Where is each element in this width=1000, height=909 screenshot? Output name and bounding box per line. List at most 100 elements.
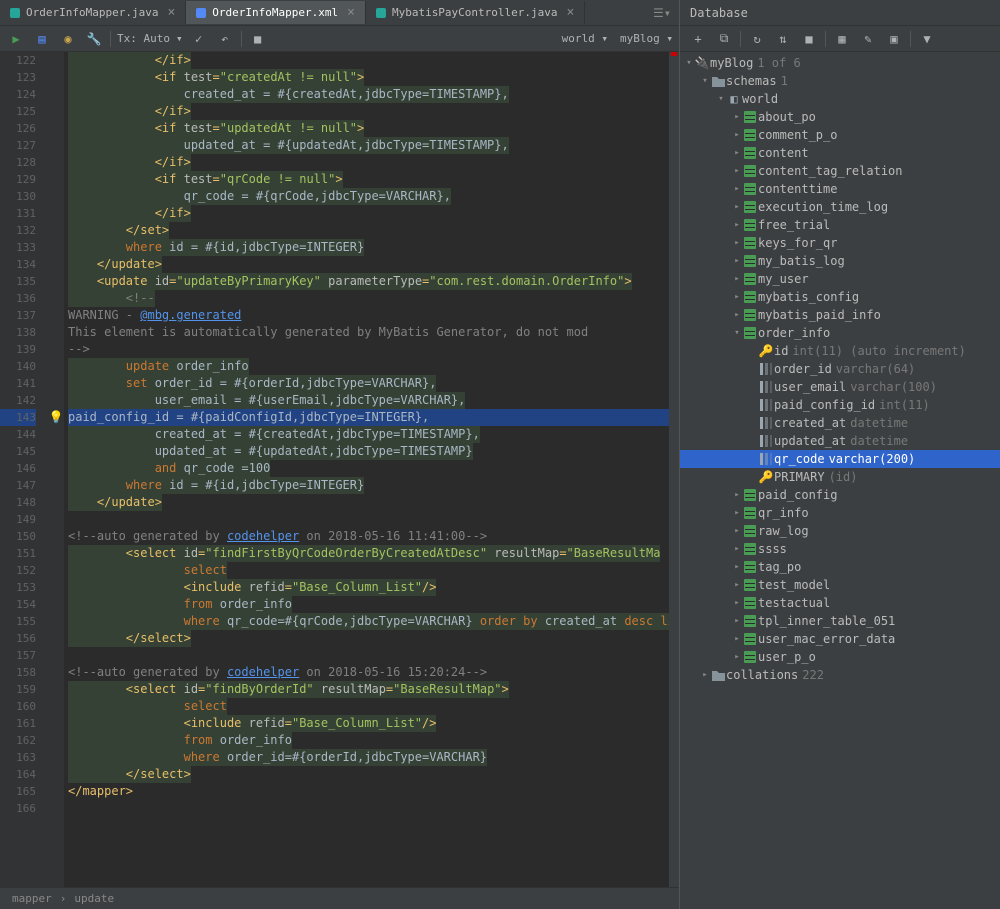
tree-arrow-icon[interactable]: ▸ (732, 544, 742, 554)
commit-icon[interactable]: ✓ (189, 29, 209, 49)
tree-row-free_trial[interactable]: ▸free_trial (680, 216, 1000, 234)
view-icon[interactable]: ▦ (832, 29, 852, 49)
tree-arrow-icon[interactable]: ▸ (732, 220, 742, 230)
table-icon (742, 543, 758, 555)
tree-row-tpl_inner_table_051[interactable]: ▸tpl_inner_table_051 (680, 612, 1000, 630)
tree-row-user_p_o[interactable]: ▸user_p_o (680, 648, 1000, 666)
tree-row-content[interactable]: ▸content (680, 144, 1000, 162)
tree-row-ssss[interactable]: ▸ssss (680, 540, 1000, 558)
tree-row-user_email[interactable]: user_emailvarchar(100) (680, 378, 1000, 396)
copy-icon[interactable]: ⧉ (714, 29, 734, 49)
tree-row-paid_config[interactable]: ▸paid_config (680, 486, 1000, 504)
tree-row-content_tag_relation[interactable]: ▸content_tag_relation (680, 162, 1000, 180)
tree-row-created_at[interactable]: created_atdatetime (680, 414, 1000, 432)
breadcrumb-separator: › (60, 892, 67, 905)
sync-icon[interactable]: ⇅ (773, 29, 793, 49)
tree-row-tag_po[interactable]: ▸tag_po (680, 558, 1000, 576)
db-toolbar: + ⧉ ↻ ⇅ ■ ▦ ✎ ▣ ▼ (680, 26, 1000, 52)
tree-row-testactual[interactable]: ▸testactual (680, 594, 1000, 612)
wrench-icon[interactable]: 🔧 (84, 29, 104, 49)
stop-icon[interactable]: ■ (248, 29, 268, 49)
tree-arrow-icon[interactable]: ▾ (700, 76, 710, 86)
tree-arrow-icon[interactable]: ▸ (732, 616, 742, 626)
tree-arrow-icon[interactable]: ▸ (732, 526, 742, 536)
tree-row-test_model[interactable]: ▸test_model (680, 576, 1000, 594)
tree-arrow-icon[interactable]: ▸ (732, 148, 742, 158)
tree-arrow-icon[interactable]: ▸ (732, 562, 742, 572)
tree-row-mybatis_config[interactable]: ▸mybatis_config (680, 288, 1000, 306)
tree-arrow-icon[interactable]: ▸ (732, 112, 742, 122)
tab-OrderInfoMapper.java[interactable]: OrderInfoMapper.java× (0, 1, 186, 24)
stop-icon[interactable]: ■ (799, 29, 819, 49)
tree-row-my_batis_log[interactable]: ▸my_batis_log (680, 252, 1000, 270)
tree-arrow-icon[interactable]: ▸ (732, 202, 742, 212)
bulb-icon[interactable]: 💡 (49, 410, 64, 424)
tree-row-my_user[interactable]: ▸my_user (680, 270, 1000, 288)
tree-row-paid_config_id[interactable]: paid_config_idint(11) (680, 396, 1000, 414)
tree-row-qr_info[interactable]: ▸qr_info (680, 504, 1000, 522)
tree-row-schemas[interactable]: ▾schemas1 (680, 72, 1000, 90)
tabs-gear-icon[interactable]: ☰▾ (653, 6, 671, 20)
tree-row-world[interactable]: ▾◧world (680, 90, 1000, 108)
close-icon[interactable]: × (567, 5, 575, 20)
close-icon[interactable]: × (167, 5, 175, 20)
tree-arrow-icon[interactable]: ▾ (732, 328, 742, 338)
dropdown-arrow-icon[interactable]: ▾ (176, 32, 183, 45)
tree-row-collations[interactable]: ▸collations222 (680, 666, 1000, 684)
datasource-dropdown[interactable]: myBlog ▾ (620, 32, 673, 45)
rollback-icon[interactable]: ↶ (215, 29, 235, 49)
tree-arrow-icon[interactable]: ▸ (732, 238, 742, 248)
tree-arrow-icon[interactable]: ▸ (732, 184, 742, 194)
tree-row-PRIMARY[interactable]: 🔑PRIMARY(id) (680, 468, 1000, 486)
tree-arrow-icon[interactable]: ▸ (732, 292, 742, 302)
tree-arrow-icon[interactable]: ▸ (732, 256, 742, 266)
console-icon[interactable]: ▣ (884, 29, 904, 49)
tree-row-about_po[interactable]: ▸about_po (680, 108, 1000, 126)
tree-row-contenttime[interactable]: ▸contenttime (680, 180, 1000, 198)
tree-arrow-icon[interactable]: ▸ (732, 130, 742, 140)
error-mark[interactable] (671, 52, 677, 56)
code-editor[interactable]: </if> <if test="createdAt != null"> crea… (64, 52, 669, 887)
tree-row-keys_for_qr[interactable]: ▸keys_for_qr (680, 234, 1000, 252)
tree-row-qr_code[interactable]: qr_codevarchar(200) (680, 450, 1000, 468)
file-icon[interactable]: ▤ (32, 29, 52, 49)
tree-row-execution_time_log[interactable]: ▸execution_time_log (680, 198, 1000, 216)
database-tree[interactable]: ▾🔌myBlog1 of 6▾schemas1▾◧world▸about_po▸… (680, 52, 1000, 909)
tree-arrow-icon[interactable]: ▸ (732, 490, 742, 500)
tree-arrow-icon[interactable]: ▸ (732, 310, 742, 320)
tree-row-user_mac_error_data[interactable]: ▸user_mac_error_data (680, 630, 1000, 648)
tree-arrow-icon[interactable]: ▸ (732, 166, 742, 176)
parentheses-icon[interactable]: ◉ (58, 29, 78, 49)
breadcrumb[interactable]: mapper › update (0, 887, 679, 909)
tree-row-raw_log[interactable]: ▸raw_log (680, 522, 1000, 540)
tree-arrow-icon[interactable]: ▸ (732, 652, 742, 662)
tree-arrow-icon[interactable]: ▾ (684, 58, 694, 68)
tx-mode-label[interactable]: Tx: Auto (117, 32, 170, 45)
filter-icon[interactable]: ▼ (917, 29, 937, 49)
tree-arrow-icon[interactable]: ▸ (732, 508, 742, 518)
tree-row-updated_at[interactable]: updated_atdatetime (680, 432, 1000, 450)
tab-MybatisPayController.java[interactable]: MybatisPayController.java× (366, 1, 585, 24)
tree-arrow-icon[interactable]: ▾ (716, 94, 726, 104)
refresh-icon[interactable]: ↻ (747, 29, 767, 49)
close-icon[interactable]: × (347, 5, 355, 20)
schema-dropdown[interactable]: world ▾ (562, 32, 608, 45)
tree-arrow-icon[interactable]: ▸ (732, 634, 742, 644)
tab-OrderInfoMapper.xml[interactable]: OrderInfoMapper.xml× (186, 1, 366, 24)
tree-row-id[interactable]: 🔑idint(11) (auto increment) (680, 342, 1000, 360)
tree-row-mybatis_paid_info[interactable]: ▸mybatis_paid_info (680, 306, 1000, 324)
tree-arrow-icon[interactable]: ▸ (732, 598, 742, 608)
tree-row-comment_p_o[interactable]: ▸comment_p_o (680, 126, 1000, 144)
tree-row-order_id[interactable]: order_idvarchar(64) (680, 360, 1000, 378)
breadcrumb-item[interactable]: mapper (12, 892, 52, 905)
tree-arrow-icon[interactable]: ▸ (700, 670, 710, 680)
tree-arrow-icon[interactable]: ▸ (732, 580, 742, 590)
tree-row-myBlog[interactable]: ▾🔌myBlog1 of 6 (680, 54, 1000, 72)
breadcrumb-item[interactable]: update (74, 892, 114, 905)
edit-icon[interactable]: ✎ (858, 29, 878, 49)
tree-row-order_info[interactable]: ▾order_info (680, 324, 1000, 342)
run-icon[interactable]: ▶ (6, 29, 26, 49)
add-icon[interactable]: + (688, 29, 708, 49)
tree-arrow-icon[interactable]: ▸ (732, 274, 742, 284)
error-stripe[interactable] (669, 52, 679, 887)
